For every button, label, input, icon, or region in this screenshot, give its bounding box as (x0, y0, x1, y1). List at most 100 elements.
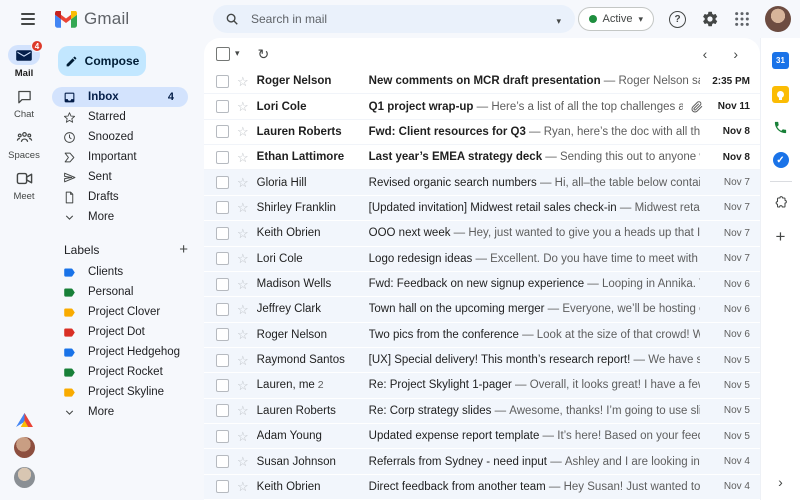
email-date: Nov 6 (723, 329, 750, 341)
addons-button[interactable] (773, 195, 788, 210)
sidebar-label[interactable]: Clients (48, 262, 204, 282)
email-row[interactable]: ☆ Madison Wells Fwd: Feedback on new sig… (204, 271, 760, 298)
star-icon[interactable]: ☆ (237, 480, 249, 493)
email-sender: Lauren Roberts (256, 404, 336, 417)
email-row[interactable]: ☆ Ethan Lattimore Last year’s EMEA strat… (204, 145, 760, 171)
main-menu-button[interactable] (15, 6, 41, 32)
star-icon[interactable]: ☆ (237, 100, 249, 113)
rail-item-spaces[interactable]: Spaces (8, 127, 40, 161)
star-icon[interactable]: ☆ (237, 328, 249, 341)
newer-page-button[interactable]: ‹ (703, 47, 708, 61)
help-button[interactable]: ? (669, 10, 686, 28)
sidebar-item-inbox[interactable]: Inbox 4 (52, 87, 188, 107)
row-checkbox[interactable] (216, 100, 229, 114)
email-row[interactable]: ☆ Susan Johnson Referrals from Sydney - … (204, 449, 760, 475)
row-checkbox[interactable] (216, 125, 229, 139)
email-row[interactable]: ☆ Adam Young Updated expense report temp… (204, 424, 760, 450)
google-apps-button[interactable] (734, 11, 750, 27)
email-row[interactable]: ☆ Jeffrey Clark Town hall on the upcomin… (204, 297, 760, 323)
star-icon[interactable]: ☆ (237, 125, 249, 138)
sidebar-label[interactable]: Project Hedgehog (48, 342, 204, 362)
sidebar-item-snoozed[interactable]: Snoozed (52, 127, 188, 147)
email-row[interactable]: ☆ Gloria Hill Revised organic search num… (204, 170, 760, 196)
sidebar-label[interactable]: Project Rocket (48, 362, 204, 382)
row-checkbox[interactable] (216, 226, 229, 240)
email-row[interactable]: ☆ Lauren Roberts Fwd: Client resources f… (204, 119, 760, 146)
contact-avatar[interactable] (13, 437, 35, 458)
star-icon[interactable]: ☆ (237, 151, 249, 164)
star-icon[interactable]: ☆ (237, 278, 249, 291)
email-row[interactable]: ☆ Roger Nelson New comments on MCR draft… (204, 69, 760, 95)
older-page-button[interactable]: › (733, 47, 738, 61)
row-checkbox[interactable] (216, 480, 229, 494)
contact-avatar[interactable] (13, 467, 35, 488)
star-icon[interactable]: ☆ (237, 227, 249, 240)
create-label-button[interactable]: + (179, 242, 188, 257)
row-checkbox[interactable] (216, 429, 229, 443)
email-row[interactable]: ☆ Lauren Roberts Re: Corp strategy slide… (204, 398, 760, 425)
row-checkbox[interactable] (216, 252, 229, 266)
rail-item-mail[interactable]: 4 Mail (8, 40, 43, 79)
star-icon[interactable]: ☆ (237, 379, 249, 392)
search-options-button[interactable]: ▾ (554, 10, 563, 29)
sidebar-item-important[interactable]: Important (52, 147, 188, 167)
row-checkbox[interactable] (216, 328, 229, 342)
sidebar-label[interactable]: Project Dot (48, 322, 204, 342)
star-icon[interactable]: ☆ (237, 252, 249, 265)
select-all-checkbox[interactable] (216, 46, 230, 61)
sidebar-label[interactable]: Project Skyline (48, 382, 204, 402)
search-input[interactable] (249, 11, 545, 27)
sidebar-item-starred[interactable]: Starred (52, 107, 188, 127)
status-selector[interactable]: Active ▾ (577, 7, 654, 31)
email-row[interactable]: ☆ Lori Cole Q1 project wrap-up — Here’s … (204, 94, 760, 120)
row-checkbox[interactable] (216, 150, 229, 164)
email-row[interactable]: ☆ Keith Obrien OOO next week — Hey, just… (204, 221, 760, 247)
star-icon (63, 111, 76, 123)
sidebar-item-sent[interactable]: Sent (52, 167, 188, 187)
settings-button[interactable] (701, 10, 719, 28)
email-date: 2:35 PM (712, 75, 750, 87)
row-checkbox[interactable] (216, 176, 229, 190)
panel-collapse-button[interactable]: › (778, 474, 783, 490)
calendar-panel-button[interactable]: 31 (772, 52, 789, 69)
star-icon[interactable]: ☆ (237, 354, 249, 367)
row-checkbox[interactable] (216, 201, 229, 215)
account-avatar[interactable] (765, 6, 791, 32)
row-checkbox[interactable] (216, 378, 229, 392)
star-icon[interactable]: ☆ (237, 303, 249, 316)
email-row[interactable]: ☆ Shirley Franklin [Updated invitation] … (204, 195, 760, 222)
row-checkbox[interactable] (216, 455, 229, 469)
sidebar-label[interactable]: Personal (48, 282, 204, 302)
select-options-caret[interactable]: ▾ (235, 49, 240, 58)
star-icon[interactable]: ☆ (237, 75, 249, 88)
sidebar-item-drafts[interactable]: Drafts (52, 187, 188, 207)
search-bar[interactable]: ▾ (213, 5, 575, 33)
star-icon[interactable]: ☆ (237, 176, 249, 189)
get-addons-button[interactable]: + (776, 227, 786, 247)
email-row[interactable]: ☆ Roger Nelson Two pics from the confere… (204, 322, 760, 348)
star-icon[interactable]: ☆ (237, 430, 249, 443)
star-icon[interactable]: ☆ (237, 201, 249, 214)
row-checkbox[interactable] (216, 404, 229, 418)
sidebar-label[interactable]: Project Clover (48, 302, 204, 322)
star-icon[interactable]: ☆ (237, 455, 249, 468)
keep-panel-button[interactable] (772, 86, 789, 103)
star-icon[interactable]: ☆ (237, 404, 249, 417)
tasks-panel-button[interactable]: ✓ (772, 152, 789, 168)
row-checkbox[interactable] (216, 277, 229, 291)
email-row[interactable]: ☆ Keith Obrien Direct feedback from anot… (204, 474, 760, 500)
email-row[interactable]: ☆ Lauren, me 2 Re: Project Skylight 1-pa… (204, 373, 760, 399)
row-checkbox[interactable] (216, 353, 229, 367)
refresh-button[interactable]: ↻ (258, 47, 270, 61)
sidebar-item-more[interactable]: More (52, 207, 188, 227)
row-checkbox[interactable] (216, 302, 229, 316)
email-meta: Nov 7 (708, 177, 750, 188)
row-checkbox[interactable] (216, 74, 229, 88)
email-row[interactable]: ☆ Raymond Santos [UX] Special delivery! … (204, 347, 760, 374)
labels-more[interactable]: More (48, 402, 204, 422)
rail-item-chat[interactable]: Chat (8, 86, 40, 120)
rail-item-meet[interactable]: Meet (8, 168, 40, 202)
voice-panel-button[interactable] (773, 120, 788, 135)
email-row[interactable]: ☆ Lori Cole Logo redesign ideas — Excell… (204, 246, 760, 272)
compose-button[interactable]: Compose (58, 46, 146, 76)
